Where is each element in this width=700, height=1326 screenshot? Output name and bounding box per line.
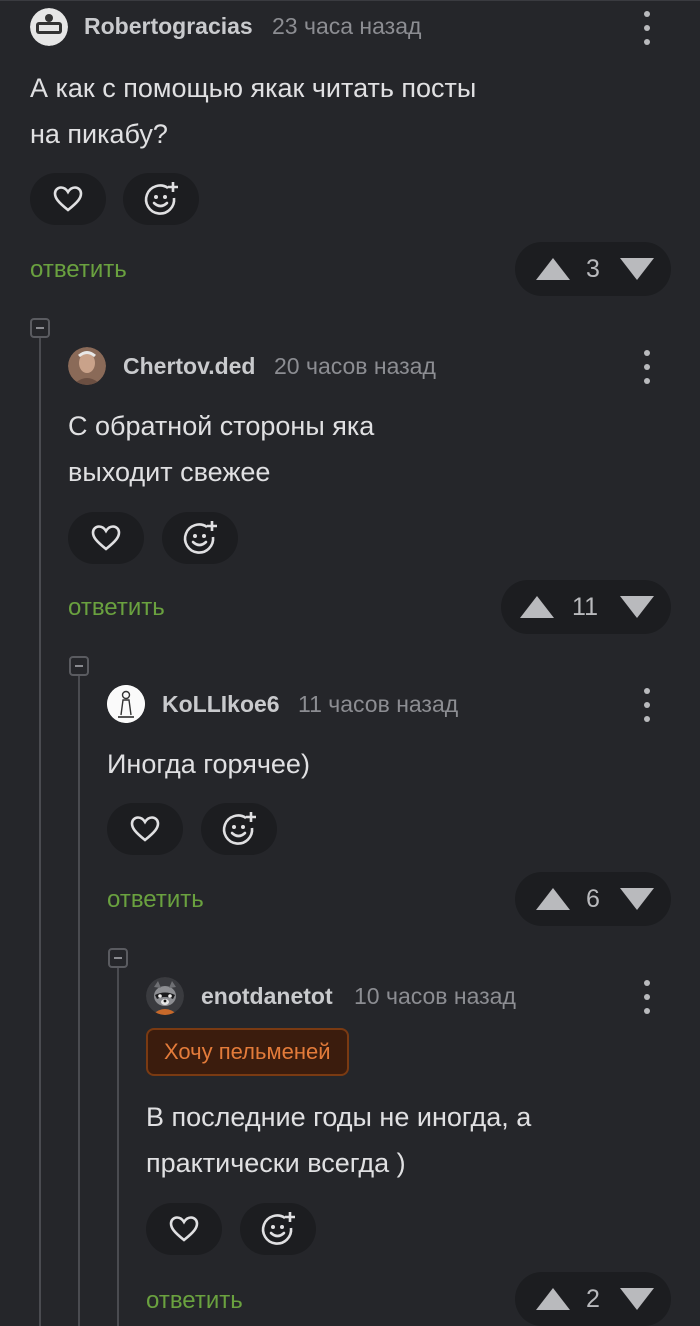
comment-text-line: на пикабу? <box>30 119 168 149</box>
arrow-up-icon[interactable] <box>519 595 555 619</box>
like-button[interactable] <box>68 512 144 564</box>
vote-widget: 6 <box>515 872 671 926</box>
vote-widget: 11 <box>501 580 671 634</box>
more-vertical-icon[interactable] <box>642 688 652 722</box>
vote-score: 6 <box>586 885 600 913</box>
collapse-thread-icon[interactable] <box>69 656 89 676</box>
heart-icon <box>53 186 83 212</box>
comment-text-line: выходит свежее <box>68 457 271 487</box>
react-button[interactable] <box>240 1203 316 1255</box>
smile-plus-icon <box>144 182 178 215</box>
user-badge: Хочу пельменей <box>146 1028 349 1076</box>
comment-text: В последние годы не иногда, а практическ… <box>146 1094 700 1186</box>
thread-line-level-2 <box>78 676 80 1326</box>
like-button[interactable] <box>146 1203 222 1255</box>
reply-link[interactable]: ответить <box>30 256 127 284</box>
vote-widget: 2 <box>515 1272 671 1326</box>
smile-plus-icon <box>183 521 217 554</box>
comment-time: 20 часов назад <box>274 353 436 379</box>
more-vertical-icon[interactable] <box>642 350 652 384</box>
arrow-down-icon[interactable] <box>619 595 655 619</box>
collapse-thread-icon[interactable] <box>30 318 50 338</box>
react-button[interactable] <box>201 803 277 855</box>
comment-text: А как с помощью якак читать посты на пик… <box>30 65 590 157</box>
comment-time: 11 часов назад <box>298 691 459 717</box>
thread-line-level-3 <box>117 968 119 1326</box>
user-avatar[interactable] <box>68 347 106 385</box>
react-button[interactable] <box>123 173 199 225</box>
arrow-down-icon[interactable] <box>619 257 655 281</box>
comment-text-line: А как с помощью якак читать посты <box>30 73 477 103</box>
react-button[interactable] <box>162 512 238 564</box>
comment-text-line: практически всегда ) <box>146 1148 406 1178</box>
heart-icon <box>130 816 160 842</box>
username[interactable]: enotdanetot <box>201 983 333 1010</box>
user-avatar[interactable] <box>107 685 145 723</box>
vote-score: 3 <box>586 255 600 283</box>
username[interactable]: Robertogracias <box>84 13 253 40</box>
raccoon-avatar[interactable] <box>146 977 184 1015</box>
username[interactable]: KoLLIkoe6 <box>162 691 280 718</box>
smile-plus-icon <box>261 1212 295 1245</box>
like-button[interactable] <box>107 803 183 855</box>
smile-plus-icon <box>222 812 256 845</box>
more-vertical-icon[interactable] <box>642 980 652 1014</box>
top-divider <box>0 0 700 1</box>
arrow-down-icon[interactable] <box>619 1287 655 1311</box>
reply-link[interactable]: ответить <box>68 594 165 622</box>
comment-text: Иногда горячее) <box>107 741 667 787</box>
username[interactable]: Chertov.ded <box>123 353 255 380</box>
comment-time: 23 часа назад <box>272 13 422 39</box>
comment-time: 10 часов назад <box>354 983 516 1009</box>
reply-link[interactable]: ответить <box>146 1287 243 1315</box>
vote-score: 2 <box>586 1285 600 1313</box>
comment-text-line: Иногда горячее) <box>107 749 310 779</box>
arrow-up-icon[interactable] <box>535 887 571 911</box>
heart-icon <box>169 1216 199 1242</box>
comment-text-line: С обратной стороны яка <box>68 411 375 441</box>
reply-link[interactable]: ответить <box>107 886 204 914</box>
arrow-up-icon[interactable] <box>535 1287 571 1311</box>
vote-score: 11 <box>572 593 598 621</box>
comment-text: С обратной стороны яка выходит свежее <box>68 403 628 495</box>
vote-widget: 3 <box>515 242 671 296</box>
heart-icon <box>91 525 121 551</box>
comment-text-line: В последние годы не иногда, а <box>146 1102 532 1132</box>
like-button[interactable] <box>30 173 106 225</box>
arrow-down-icon[interactable] <box>619 887 655 911</box>
collapse-thread-icon[interactable] <box>108 948 128 968</box>
thread-line-level-1 <box>39 338 41 1326</box>
arrow-up-icon[interactable] <box>535 257 571 281</box>
user-avatar[interactable] <box>30 8 68 46</box>
more-vertical-icon[interactable] <box>642 11 652 45</box>
